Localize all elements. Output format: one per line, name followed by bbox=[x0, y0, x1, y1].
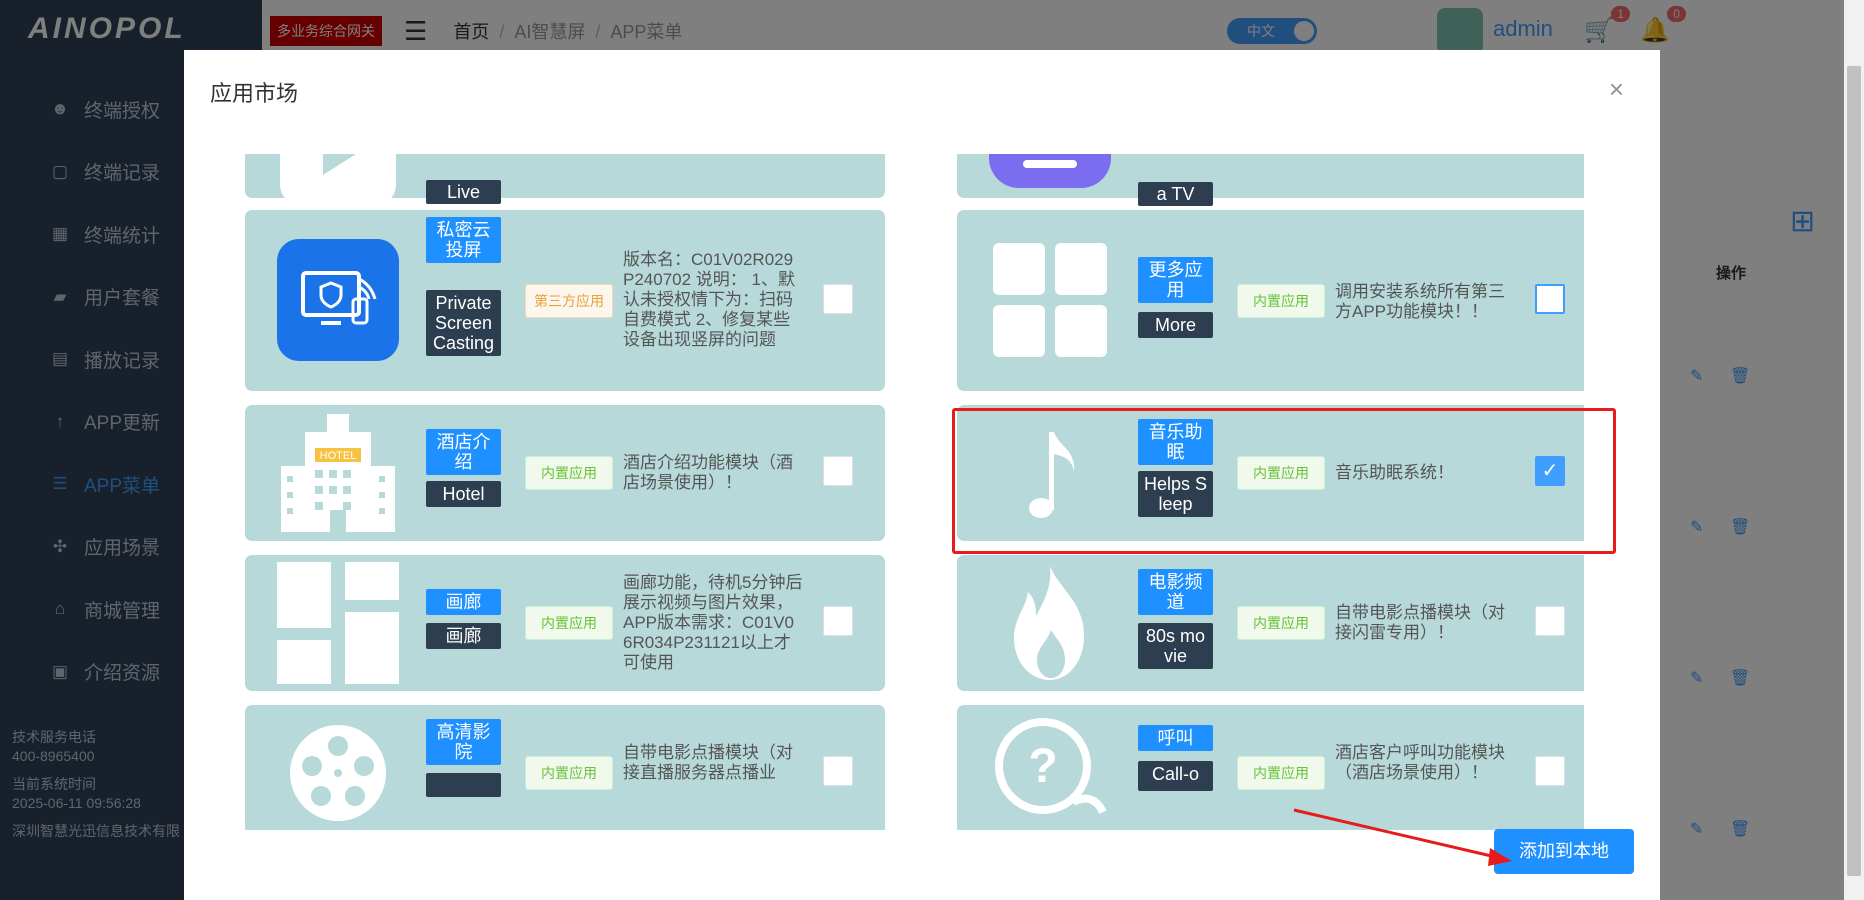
app-name-en: Hotel bbox=[426, 481, 501, 507]
add-to-local-button[interactable]: 添加到本地 bbox=[1494, 829, 1634, 874]
app-name-en: More bbox=[1138, 312, 1213, 338]
app-name-cn: 电影频道 bbox=[1138, 569, 1213, 615]
app-name-en: Live bbox=[426, 180, 501, 204]
app-root: AINOPOL ☻终端授权 ▢终端记录 ▦终端统计 ▰用户套餐 ▤播放记录 ↑A… bbox=[0, 0, 1864, 900]
help-call-icon: ? bbox=[987, 710, 1113, 830]
highlight-box bbox=[952, 408, 1616, 554]
app-name-cn: 呼叫 bbox=[1138, 725, 1213, 751]
app-description: 酒店介绍功能模块（酒店场景使用）！ bbox=[623, 453, 793, 492]
app-checkbox[interactable] bbox=[823, 456, 853, 486]
app-type-tag: 内置应用 bbox=[525, 756, 613, 790]
film-reel-icon bbox=[275, 710, 401, 830]
app-description: 画廊功能，待机5分钟后展示视频与图片效果，APP版本需求：C01V06R034P… bbox=[623, 573, 803, 672]
app-description: 自带电影点播模块（对接直播服务器点播业 bbox=[623, 743, 793, 782]
app-name-en: 80s movie bbox=[1138, 623, 1213, 669]
app-name-en: 画廊 bbox=[426, 623, 501, 649]
app-name-en: Call-o bbox=[1138, 761, 1213, 791]
app-checkbox[interactable] bbox=[823, 756, 853, 786]
app-type-tag: 内置应用 bbox=[1237, 284, 1325, 318]
app-checkbox[interactable] bbox=[823, 606, 853, 636]
app-card-gallery: 画廊 画廊 内置应用 画廊功能，待机5分钟后展示视频与图片效果，APP版本需求：… bbox=[245, 555, 885, 691]
page-scrollbar[interactable] bbox=[1844, 0, 1864, 900]
app-card-live: Live bbox=[245, 154, 885, 205]
app-type-tag: 内置应用 bbox=[525, 606, 613, 640]
app-description: 版本名：C01V02R029P240702 说明： 1、默认未授权情下为：扫码自… bbox=[623, 250, 795, 349]
close-icon[interactable]: × bbox=[1609, 74, 1624, 105]
app-type-tag: 内置应用 bbox=[1237, 606, 1325, 640]
app-card-hotel: HOTEL 酒店介绍 Hotel 内置应用 酒店介绍功能模块（酒店场景使用）！ bbox=[245, 405, 885, 541]
app-name-cn: 画廊 bbox=[426, 589, 501, 615]
app-card-more: 更多应用 More 内置应用 调用安装系统所有第三方APP功能模块！！ bbox=[957, 210, 1584, 391]
app-name-en bbox=[426, 773, 501, 797]
more-apps-icon bbox=[987, 237, 1113, 363]
app-description: 酒店客户呼叫功能模块（酒店场景使用）！ bbox=[1335, 743, 1505, 782]
app-checkbox[interactable] bbox=[1535, 756, 1565, 786]
app-type-tag: 内置应用 bbox=[525, 456, 613, 490]
flame-icon bbox=[987, 560, 1113, 686]
app-type-tag: 第三方应用 bbox=[525, 284, 613, 318]
app-card-tv: a TV bbox=[957, 154, 1584, 206]
app-name-cn: 高清影院 bbox=[426, 719, 501, 765]
app-name-cn: 私密云投屏 bbox=[426, 217, 501, 263]
app-card-private-cast: 私密云投屏 PrivateScreenCasting 第三方应用 版本名：C01… bbox=[245, 210, 885, 391]
app-checkbox[interactable] bbox=[823, 284, 853, 314]
svg-text:?: ? bbox=[1028, 740, 1057, 793]
app-name-cn: 酒店介绍 bbox=[426, 429, 501, 475]
app-checkbox[interactable] bbox=[1535, 284, 1565, 314]
cast-app-icon bbox=[275, 237, 401, 363]
app-card-movie-channel: 电影频道 80s movie 内置应用 自带电影点播模块（对接闪雷专用）！ bbox=[957, 555, 1584, 691]
app-type-tag: 内置应用 bbox=[1237, 756, 1325, 790]
app-checkbox[interactable] bbox=[1535, 606, 1565, 636]
app-description: 调用安装系统所有第三方APP功能模块！！ bbox=[1335, 282, 1505, 321]
app-card-call: ? 呼叫 Call-o 内置应用 酒店客户呼叫功能模块（酒店场景使用）！ bbox=[957, 705, 1584, 830]
app-card-hd-cinema: 高清影院 内置应用 自带电影点播模块（对接直播服务器点播业 bbox=[245, 705, 885, 830]
gallery-icon bbox=[275, 560, 401, 686]
svg-text:HOTEL: HOTEL bbox=[320, 450, 357, 462]
app-name-en: PrivateScreenCasting bbox=[426, 290, 501, 356]
scrollbar-thumb[interactable] bbox=[1847, 66, 1861, 876]
play-app-icon bbox=[275, 154, 401, 210]
app-description: 自带电影点播模块（对接闪雷专用）！ bbox=[1335, 603, 1505, 642]
dialog-title: 应用市场 bbox=[210, 81, 299, 106]
tv-app-icon bbox=[987, 154, 1113, 190]
app-name-en: a TV bbox=[1138, 182, 1213, 206]
hotel-building-icon: HOTEL bbox=[275, 410, 401, 536]
app-name-cn: 更多应用 bbox=[1138, 257, 1213, 303]
